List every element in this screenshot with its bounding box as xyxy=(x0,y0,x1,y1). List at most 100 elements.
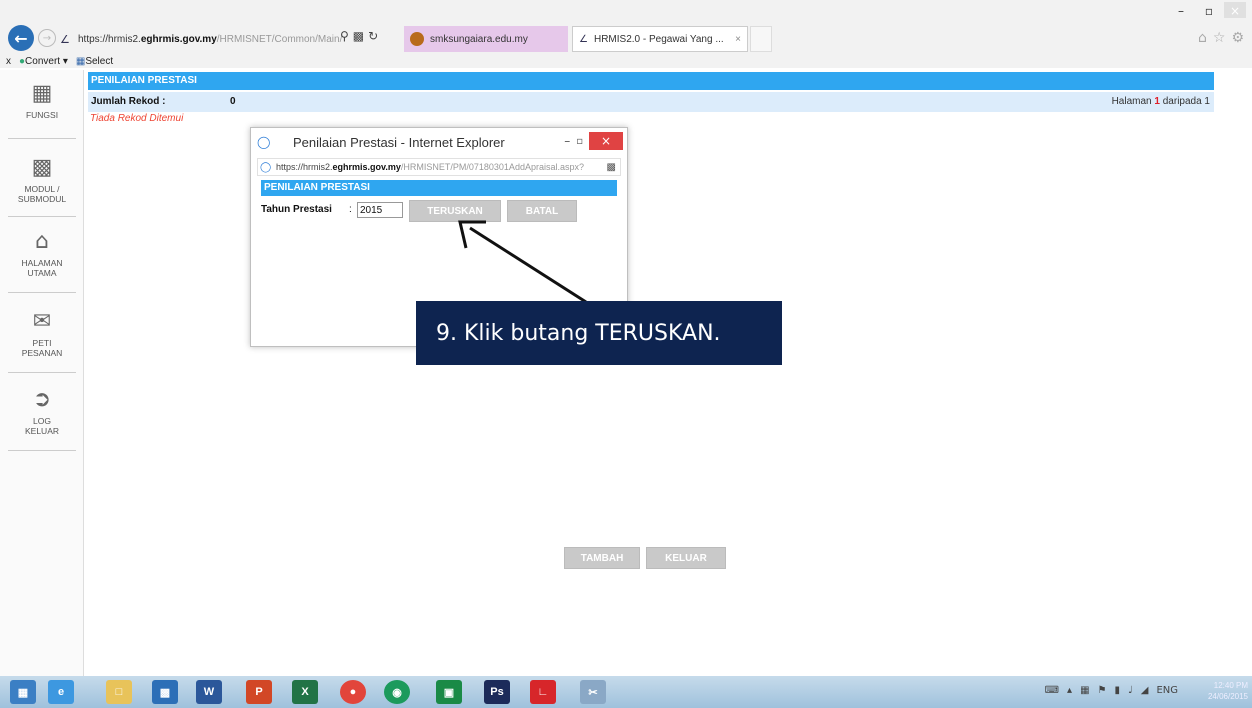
halaman-prefix: Halaman xyxy=(1111,96,1152,107)
tab-smksungaiara[interactable]: smksungaiara.edu.my xyxy=(404,26,568,52)
battery-icon[interactable]: ▮ xyxy=(1115,685,1121,696)
refresh-icon[interactable]: ↻ xyxy=(368,29,378,43)
sidebar-item-label: FUNGSI xyxy=(25,110,59,120)
keyboard-icon[interactable]: ⌨ xyxy=(1045,685,1059,696)
tab-favicon-icon: ∠ xyxy=(579,33,588,45)
page-title: PENILAIAN PRESTASI xyxy=(88,72,1214,90)
home-icon: ⌂ xyxy=(35,229,49,254)
chrome-icon[interactable]: ● xyxy=(340,680,366,704)
browser-address-row: ← → ∠ https://hrmis2. eghrmis.gov.my/HRMI… xyxy=(0,18,1252,54)
sidebar-divider xyxy=(8,292,76,293)
batal-button[interactable]: BATAL xyxy=(507,200,577,222)
app-green-icon[interactable]: ◉ xyxy=(384,680,410,704)
popup-address-bar[interactable]: ◯ https://hrmis2. eghrmis.gov.my/HRMISNET… xyxy=(257,158,621,176)
sidebar-divider xyxy=(8,216,76,217)
word-icon[interactable]: W xyxy=(196,680,222,704)
forward-arrow-icon[interactable]: → xyxy=(38,29,56,47)
popup-page-title: PENILAIAN PRESTASI xyxy=(261,180,617,196)
modules-icon: ▩ xyxy=(31,155,53,180)
logout-icon: ➲ xyxy=(32,387,52,412)
ie-icon[interactable]: e xyxy=(48,680,74,704)
pdf-icon[interactable]: ∟ xyxy=(530,680,556,704)
tambah-button[interactable]: TAMBAH xyxy=(564,547,640,569)
site-favicon-icon: ∠ xyxy=(60,32,70,46)
keluar-button[interactable]: KELUAR xyxy=(646,547,726,569)
url-domain: eghrmis.gov.my xyxy=(140,33,217,45)
windows-start-icon[interactable]: ▦ xyxy=(10,680,36,704)
powerpoint-icon[interactable]: P xyxy=(246,680,272,704)
no-records-message: Tiada Rekod Ditemui xyxy=(90,113,184,124)
popup-url-domain: eghrmis.gov.my xyxy=(332,162,401,172)
sidebar-item-label: LOG KELUAR xyxy=(24,416,59,436)
new-tab-button[interactable] xyxy=(750,26,772,52)
instruction-callout: 9. Klik butang TERUSKAN. xyxy=(416,301,782,365)
sidebar-item-modul[interactable]: ▩ MODUL / SUBMODUL xyxy=(0,155,84,205)
popup-minimize-button[interactable]: – xyxy=(564,134,570,148)
system-clock[interactable]: 12:40 PM 24/06/2015 xyxy=(1198,680,1248,702)
popup-url-path: /HRMISNET/PM/07180301AddApraisal.aspx? xyxy=(400,162,584,172)
sidebar-item-peti-pesanan[interactable]: ✉ PETI PESANAN xyxy=(0,309,84,359)
close-toolbar-icon[interactable]: x xyxy=(6,56,11,67)
signal-icon[interactable]: ◢ xyxy=(1141,685,1149,696)
clock-time: 12:40 PM xyxy=(1213,681,1248,690)
back-arrow-icon[interactable]: ← xyxy=(8,25,34,51)
tab-favicon-icon xyxy=(410,32,424,46)
search-icon[interactable]: ⚲ xyxy=(340,29,349,43)
tab-label: smksungaiara.edu.my xyxy=(430,33,528,45)
popup-maximize-button[interactable]: ▫ xyxy=(576,136,583,147)
tab-hrmis[interactable]: ∠ HRMIS2.0 - Pegawai Yang ... × xyxy=(572,26,748,52)
settings-gear-icon[interactable]: ⚙ xyxy=(1231,30,1244,46)
field-colon: : xyxy=(349,204,352,215)
tab-label: HRMIS2.0 - Pegawai Yang ... xyxy=(593,33,724,45)
tab-close-icon[interactable]: × xyxy=(735,34,741,45)
popup-close-button[interactable]: × xyxy=(589,132,623,150)
teruskan-button[interactable]: TERUSKAN xyxy=(409,200,501,222)
halaman-page: 1 xyxy=(1154,96,1160,107)
taskbar: ▦ e □ ▩ W P X ● ◉ ▣ Ps ∟ ✂ ⌨ ▴ ▦ ⚑ ▮ ♩ ◢… xyxy=(0,676,1252,708)
popup-url-prefix: https://hrmis2. xyxy=(276,162,333,172)
sidebar-divider xyxy=(8,372,76,373)
tahun-prestasi-label: Tahun Prestasi xyxy=(261,204,332,215)
store-icon[interactable]: ▣ xyxy=(436,680,462,704)
url-path: /HRMISNET/Common/Main/ xyxy=(216,33,343,45)
sidebar-item-label: MODUL / SUBMODUL xyxy=(17,184,67,204)
monitor-icon[interactable]: ▩ xyxy=(152,680,178,704)
home-icon[interactable]: ⌂ xyxy=(1198,30,1207,46)
photoshop-icon[interactable]: Ps xyxy=(484,680,510,704)
sidebar-item-log-keluar[interactable]: ➲ LOG KELUAR xyxy=(0,387,84,437)
sidebar-divider xyxy=(8,138,76,139)
lock-icon[interactable]: ▩ xyxy=(353,29,364,43)
command-bar: x ●Convert ▾ ▦Select xyxy=(0,54,1252,68)
sidebar-item-halaman-utama[interactable]: ⌂ HALAMAN UTAMA xyxy=(0,229,84,279)
screen: – ▫ × ← → ∠ https://hrmis2. eghrmis.gov.m… xyxy=(0,0,1252,708)
mail-icon: ✉ xyxy=(32,309,52,334)
tahun-prestasi-input[interactable] xyxy=(357,202,403,218)
record-summary-row: Jumlah Rekod : 0 Halaman 1 daripada 1 xyxy=(88,92,1214,112)
jumlah-rekod-label: Jumlah Rekod : xyxy=(91,96,166,107)
sidebar-item-label: PETI PESANAN xyxy=(21,338,63,358)
select-label: Select xyxy=(85,55,114,67)
jumlah-rekod-value: 0 xyxy=(230,96,236,107)
ie-logo-icon: ◯ xyxy=(257,135,271,149)
flag-icon[interactable]: ⚑ xyxy=(1098,685,1107,696)
pagination-text: Halaman 1 daripada 1 xyxy=(1112,92,1210,112)
volume-icon[interactable]: ♩ xyxy=(1128,685,1133,696)
lock-icon: ▩ xyxy=(606,161,616,173)
clock-date: 24/06/2015 xyxy=(1207,692,1248,701)
favorites-star-icon[interactable]: ☆ xyxy=(1213,30,1226,46)
sidebar-item-fungsi[interactable]: ▦ FUNGSI xyxy=(0,81,84,121)
grid-icon: ▦ xyxy=(31,81,53,106)
excel-icon[interactable]: X xyxy=(292,680,318,704)
language-indicator[interactable]: ENG xyxy=(1156,685,1178,696)
right-margin xyxy=(1214,68,1252,676)
explorer-icon[interactable]: □ xyxy=(106,680,132,704)
system-tray: ⌨ ▴ ▦ ⚑ ▮ ♩ ◢ ENG xyxy=(1045,685,1178,696)
snipping-icon[interactable]: ✂ xyxy=(580,680,606,704)
tray-arrow-icon[interactable]: ▴ xyxy=(1067,685,1072,696)
convert-button[interactable]: ●Convert ▾ xyxy=(19,56,68,67)
network-icon[interactable]: ▦ xyxy=(1080,685,1089,696)
popup-window-controls: – ▫ × xyxy=(564,132,623,150)
select-button[interactable]: ▦Select xyxy=(76,56,113,67)
url-prefix: https://hrmis2. xyxy=(78,33,141,45)
sidebar-divider xyxy=(8,450,76,451)
